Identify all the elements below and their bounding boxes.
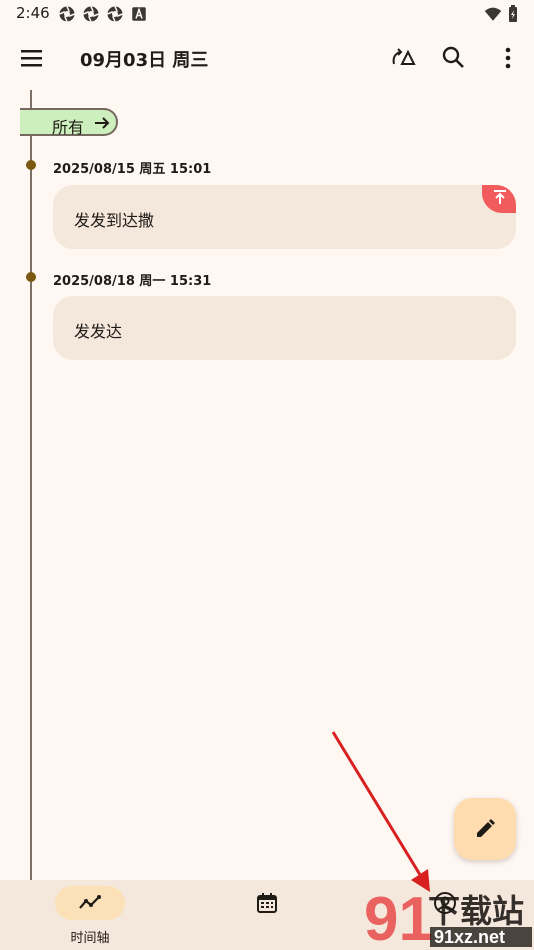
aperture-icon [59, 6, 75, 22]
entry-date: 2025/08/15 周五 15:01 [53, 162, 212, 177]
nav-label-timeline: 时间轴 [70, 931, 110, 946]
timeline-icon [79, 895, 101, 909]
entry-text: 发发达 [74, 322, 123, 341]
entry-card[interactable]: 发发到达撒 [53, 185, 516, 249]
account-icon [434, 892, 456, 914]
more-vert-icon[interactable] [494, 44, 522, 72]
system-icons [484, 5, 518, 23]
annotation-arrow [331, 731, 430, 892]
nav-item-calendar[interactable] [197, 880, 337, 950]
new-entry-fab[interactable] [454, 798, 516, 860]
arrow-right-icon [95, 117, 110, 129]
timeline-line [30, 90, 32, 880]
search-icon[interactable] [440, 44, 468, 72]
nav-item-timeline[interactable]: 时间轴 [20, 880, 160, 950]
status-bar: 2:46 [0, 0, 534, 28]
filter-chip-label: 所有 [52, 118, 85, 137]
nav-item-account[interactable] [375, 880, 515, 950]
app-bar: 09月03日 周三 [0, 32, 534, 84]
aperture-icon [83, 6, 99, 22]
pin-top-icon [494, 190, 506, 204]
aperture-icon [107, 6, 123, 22]
timeline-dot [26, 272, 36, 282]
pin-badge [482, 185, 516, 213]
calendar-icon [257, 893, 277, 913]
notification-icons [58, 5, 148, 23]
page-title: 09月03日 周三 [80, 50, 209, 71]
nav-pill [232, 886, 302, 920]
nav-pill [410, 886, 480, 920]
edit-icon [477, 819, 495, 837]
wifi-icon [484, 7, 502, 21]
entry-text: 发发到达撒 [74, 211, 155, 230]
status-time: 2:46 [16, 4, 50, 22]
timeline-dot [26, 160, 36, 170]
filter-chip-all[interactable]: 所有 [20, 108, 118, 137]
bottom-nav: 时间轴 [0, 880, 534, 950]
entry-card[interactable]: 发发达 [53, 296, 516, 360]
entry-date: 2025/08/18 周一 15:31 [53, 274, 212, 289]
battery-icon [509, 5, 517, 22]
menu-icon[interactable] [16, 44, 48, 72]
nav-pill-active [55, 886, 125, 920]
swap-icon[interactable] [388, 44, 416, 72]
font-a-icon [132, 7, 146, 21]
